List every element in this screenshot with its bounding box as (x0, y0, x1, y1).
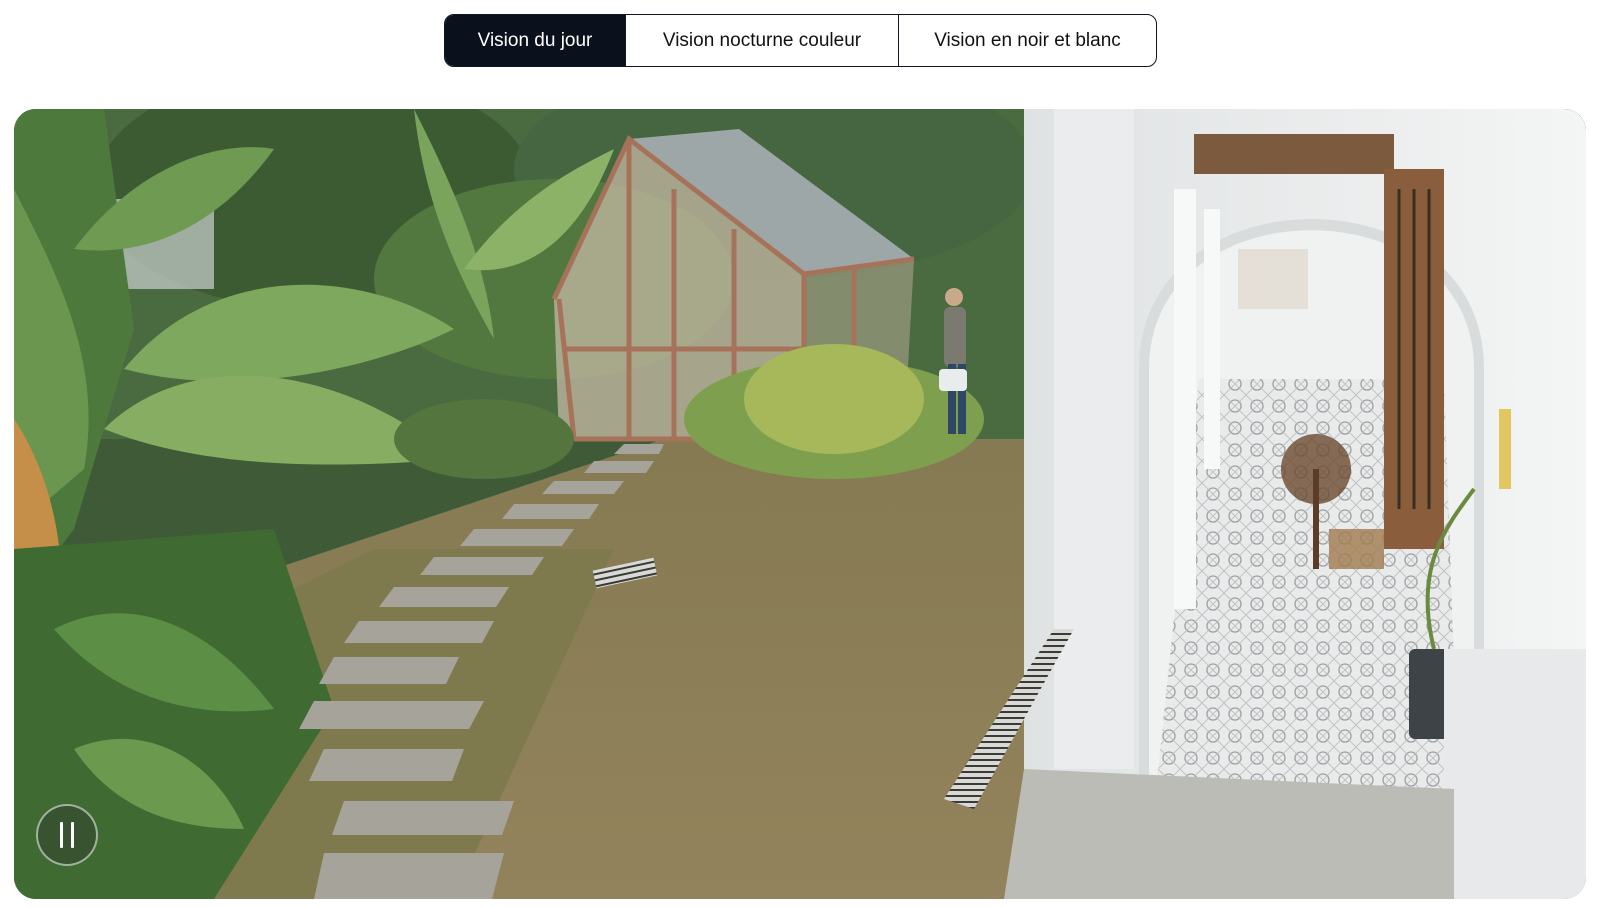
pause-icon (60, 822, 63, 848)
arched-porch (944, 109, 1586, 899)
view-mode-tabs: Vision du jour Vision nocturne couleur V… (444, 14, 1157, 67)
tab-day-vision[interactable]: Vision du jour (445, 15, 625, 66)
tab-black-white-vision[interactable]: Vision en noir et blanc (898, 15, 1156, 66)
pause-button[interactable] (36, 804, 98, 866)
camera-footage-garden (14, 109, 1586, 899)
camera-video-player[interactable] (14, 109, 1586, 899)
tab-color-night-vision[interactable]: Vision nocturne couleur (625, 15, 898, 66)
